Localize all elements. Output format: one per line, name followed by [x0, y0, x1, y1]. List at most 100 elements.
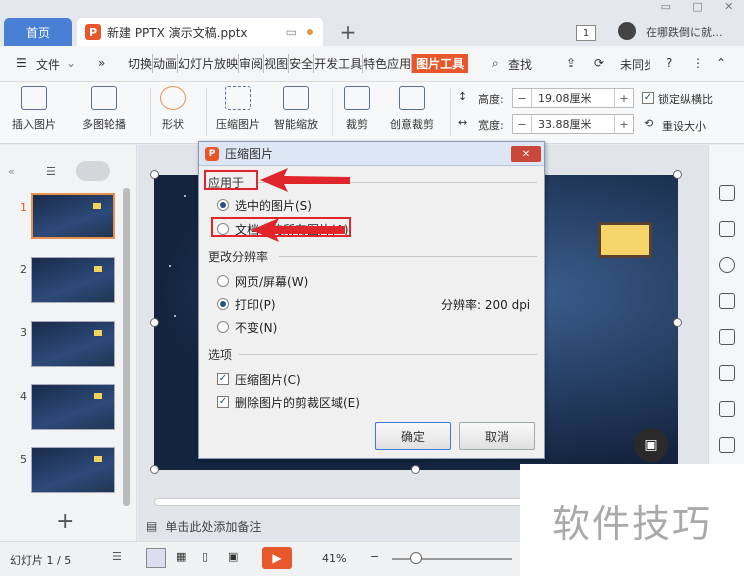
insert-picture-label: 插入图片 — [12, 118, 56, 131]
help-icon[interactable]: ? — [666, 56, 672, 70]
slide-thumbnail-1[interactable] — [31, 193, 115, 239]
tab-features[interactable]: 特色应用 — [363, 54, 413, 73]
resolution-web-label[interactable]: 网页/屏幕(W) — [235, 273, 308, 290]
chevron-down-icon[interactable]: ⌄ — [66, 56, 76, 70]
play-slideshow-button[interactable]: ▶ — [262, 547, 292, 569]
crop-button[interactable]: 裁剪 — [344, 86, 370, 132]
thumbnail-view-icon[interactable] — [76, 161, 110, 181]
minimize-icon[interactable]: ▭ — [661, 0, 671, 18]
compress-checkbox-label[interactable]: 压缩图片(C) — [235, 371, 301, 388]
compress-checkbox[interactable]: ✓ — [217, 373, 229, 385]
tab-document[interactable]: P 新建 PPTX 演示文稿.pptx ▭ — [77, 18, 323, 46]
slide-thumbnail-4[interactable] — [31, 384, 115, 430]
shape-label: 形状 — [162, 118, 184, 131]
resize-handle[interactable] — [150, 170, 159, 179]
avatar[interactable] — [618, 22, 636, 40]
delete-crop-checkbox-label[interactable]: 删除图片的剪裁区域(E) — [235, 394, 360, 411]
height-value[interactable]: 19.08厘米 — [531, 89, 615, 107]
cancel-button[interactable]: 取消 — [459, 422, 535, 450]
minus-icon[interactable]: − — [513, 118, 531, 131]
notes-toggle-icon[interactable]: ☰ — [112, 550, 122, 563]
ok-button[interactable]: 确定 — [375, 422, 451, 450]
width-stepper[interactable]: − 33.88厘米 + — [512, 114, 634, 134]
sliders-icon[interactable] — [719, 365, 735, 381]
resize-handle[interactable] — [673, 318, 682, 327]
delete-crop-checkbox[interactable]: ✓ — [217, 396, 229, 408]
width-value[interactable]: 33.88厘米 — [531, 115, 615, 133]
normal-view-icon[interactable] — [146, 548, 166, 568]
collapse-ribbon-icon[interactable]: ⌃ — [716, 56, 726, 70]
notes-area[interactable]: ▤ 单击此处添加备注 — [138, 512, 538, 540]
reading-view-icon[interactable]: ▯ — [202, 550, 208, 563]
tab-slideshow[interactable]: 幻灯片放映 — [178, 54, 240, 73]
maximize-icon[interactable]: □ — [692, 0, 702, 18]
search-button[interactable]: 查找 — [508, 56, 532, 73]
grid-icon[interactable] — [719, 329, 735, 345]
copy-icon[interactable] — [719, 221, 735, 237]
more-icon[interactable]: ⋮ — [692, 56, 704, 70]
multi-carousel-button[interactable]: 多图轮播 — [82, 86, 126, 132]
resize-handle[interactable] — [673, 170, 682, 179]
resolution-print-radio[interactable] — [217, 298, 229, 310]
carousel-icon — [91, 86, 117, 110]
outline-view-icon[interactable]: ☰ — [46, 165, 56, 178]
presenter-icon[interactable]: ▣ — [228, 550, 238, 563]
new-tab-button[interactable]: + — [335, 18, 361, 46]
resolution-none-label[interactable]: 不变(N) — [235, 319, 277, 336]
slide-thumbnail-3[interactable] — [31, 321, 115, 367]
magic-icon[interactable] — [719, 185, 735, 201]
tab-picture-tools[interactable]: 图片工具 — [412, 54, 469, 73]
resolution-print-label[interactable]: 打印(P) — [235, 296, 276, 313]
zoom-level[interactable]: 41% — [322, 552, 346, 565]
tab-review[interactable]: 审阅 — [239, 54, 265, 73]
more-tabs-button[interactable]: » — [98, 56, 105, 70]
reset-size-button[interactable]: 重设大小 — [662, 118, 706, 134]
resize-handle[interactable] — [150, 318, 159, 327]
tab-view[interactable]: 视图 — [264, 54, 290, 73]
slide-panel-scrollbar[interactable] — [123, 188, 130, 506]
resize-handle[interactable] — [411, 465, 420, 474]
zoom-slider-thumb[interactable] — [410, 552, 422, 564]
resize-handle[interactable] — [150, 465, 159, 474]
minus-icon[interactable]: − — [513, 92, 531, 105]
smart-scale-button[interactable]: 智能缩放 — [274, 86, 318, 132]
tab-developer[interactable]: 开发工具 — [314, 54, 364, 73]
tab-security[interactable]: 安全 — [289, 54, 315, 73]
height-stepper[interactable]: − 19.08厘米 + — [512, 88, 634, 108]
resolution-none-radio[interactable] — [217, 321, 229, 333]
user-name[interactable]: 在哪跌倒に就... — [646, 24, 723, 40]
slide-thumbnail-5[interactable] — [31, 447, 115, 493]
collapse-panel-icon[interactable]: « — [8, 165, 15, 178]
sync-icon[interactable]: ⟳ — [594, 56, 604, 70]
unsynced-status[interactable]: 未同步 — [620, 56, 650, 73]
hamburger-icon[interactable]: ☰ — [16, 56, 27, 70]
tab-animation[interactable]: 动画 — [153, 54, 179, 73]
external-link-icon[interactable] — [719, 437, 735, 453]
compress-button[interactable]: 压缩图片 — [216, 86, 260, 132]
file-menu[interactable]: 文件 — [36, 56, 60, 73]
add-slide-button[interactable]: + — [56, 509, 74, 534]
sorter-view-icon[interactable]: ▦ — [176, 550, 186, 563]
shape-button[interactable]: 形状 — [160, 86, 186, 132]
picture-icon[interactable] — [719, 401, 735, 417]
creative-crop-button[interactable]: 创意裁剪 — [390, 86, 434, 132]
shape-icon[interactable] — [719, 257, 735, 273]
slide-thumbnail-2[interactable] — [31, 257, 115, 303]
insert-picture-button[interactable]: 插入图片 — [12, 86, 56, 132]
image-options-icon[interactable]: ▣ — [634, 428, 668, 462]
apply-selected-radio[interactable] — [217, 199, 229, 211]
plus-icon[interactable]: + — [615, 118, 633, 131]
close-icon[interactable]: ✕ — [724, 0, 733, 18]
fill-icon[interactable] — [719, 293, 735, 309]
tab-transition[interactable]: 切换 — [128, 54, 154, 73]
horizontal-scrollbar[interactable] — [154, 498, 534, 506]
plus-icon[interactable]: + — [615, 92, 633, 105]
tab-home[interactable]: 首页 — [4, 18, 72, 46]
close-icon[interactable]: ✕ — [511, 146, 541, 162]
monitor-icon[interactable]: ▭ — [286, 25, 297, 39]
zoom-out-icon[interactable]: − — [370, 550, 379, 563]
search-icon[interactable]: ⌕ — [492, 56, 499, 71]
share-icon[interactable]: ⇪ — [566, 56, 576, 70]
lock-ratio-checkbox[interactable]: ✓ — [642, 92, 654, 104]
resolution-web-radio[interactable] — [217, 275, 229, 287]
